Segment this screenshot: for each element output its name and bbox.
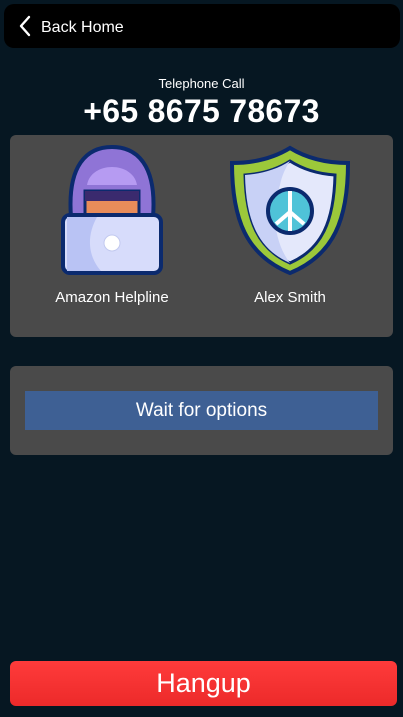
- participant-callee: Alex Smith: [200, 145, 380, 306]
- wait-for-options-button[interactable]: Wait for options: [25, 391, 378, 430]
- call-screen: Back Home Telephone Call +65 8675 78673: [0, 0, 403, 717]
- hooded-hacker-laptop-icon: [46, 145, 178, 277]
- back-home-button[interactable]: Back Home: [4, 4, 400, 48]
- hangup-button[interactable]: Hangup: [10, 661, 397, 706]
- phone-number: +65 8675 78673: [83, 93, 320, 129]
- participant-name-caller: Amazon Helpline: [55, 289, 169, 306]
- participant-caller: Amazon Helpline: [22, 145, 202, 306]
- participants-panel: Amazon Helpline Alex Smith: [10, 135, 393, 337]
- peace-shield-icon: [224, 145, 356, 277]
- options-panel: Wait for options: [10, 366, 393, 455]
- participant-name-callee: Alex Smith: [254, 289, 326, 306]
- chevron-left-icon: [18, 14, 38, 38]
- call-type-label: Telephone Call: [158, 76, 245, 91]
- back-home-label: Back Home: [41, 19, 124, 36]
